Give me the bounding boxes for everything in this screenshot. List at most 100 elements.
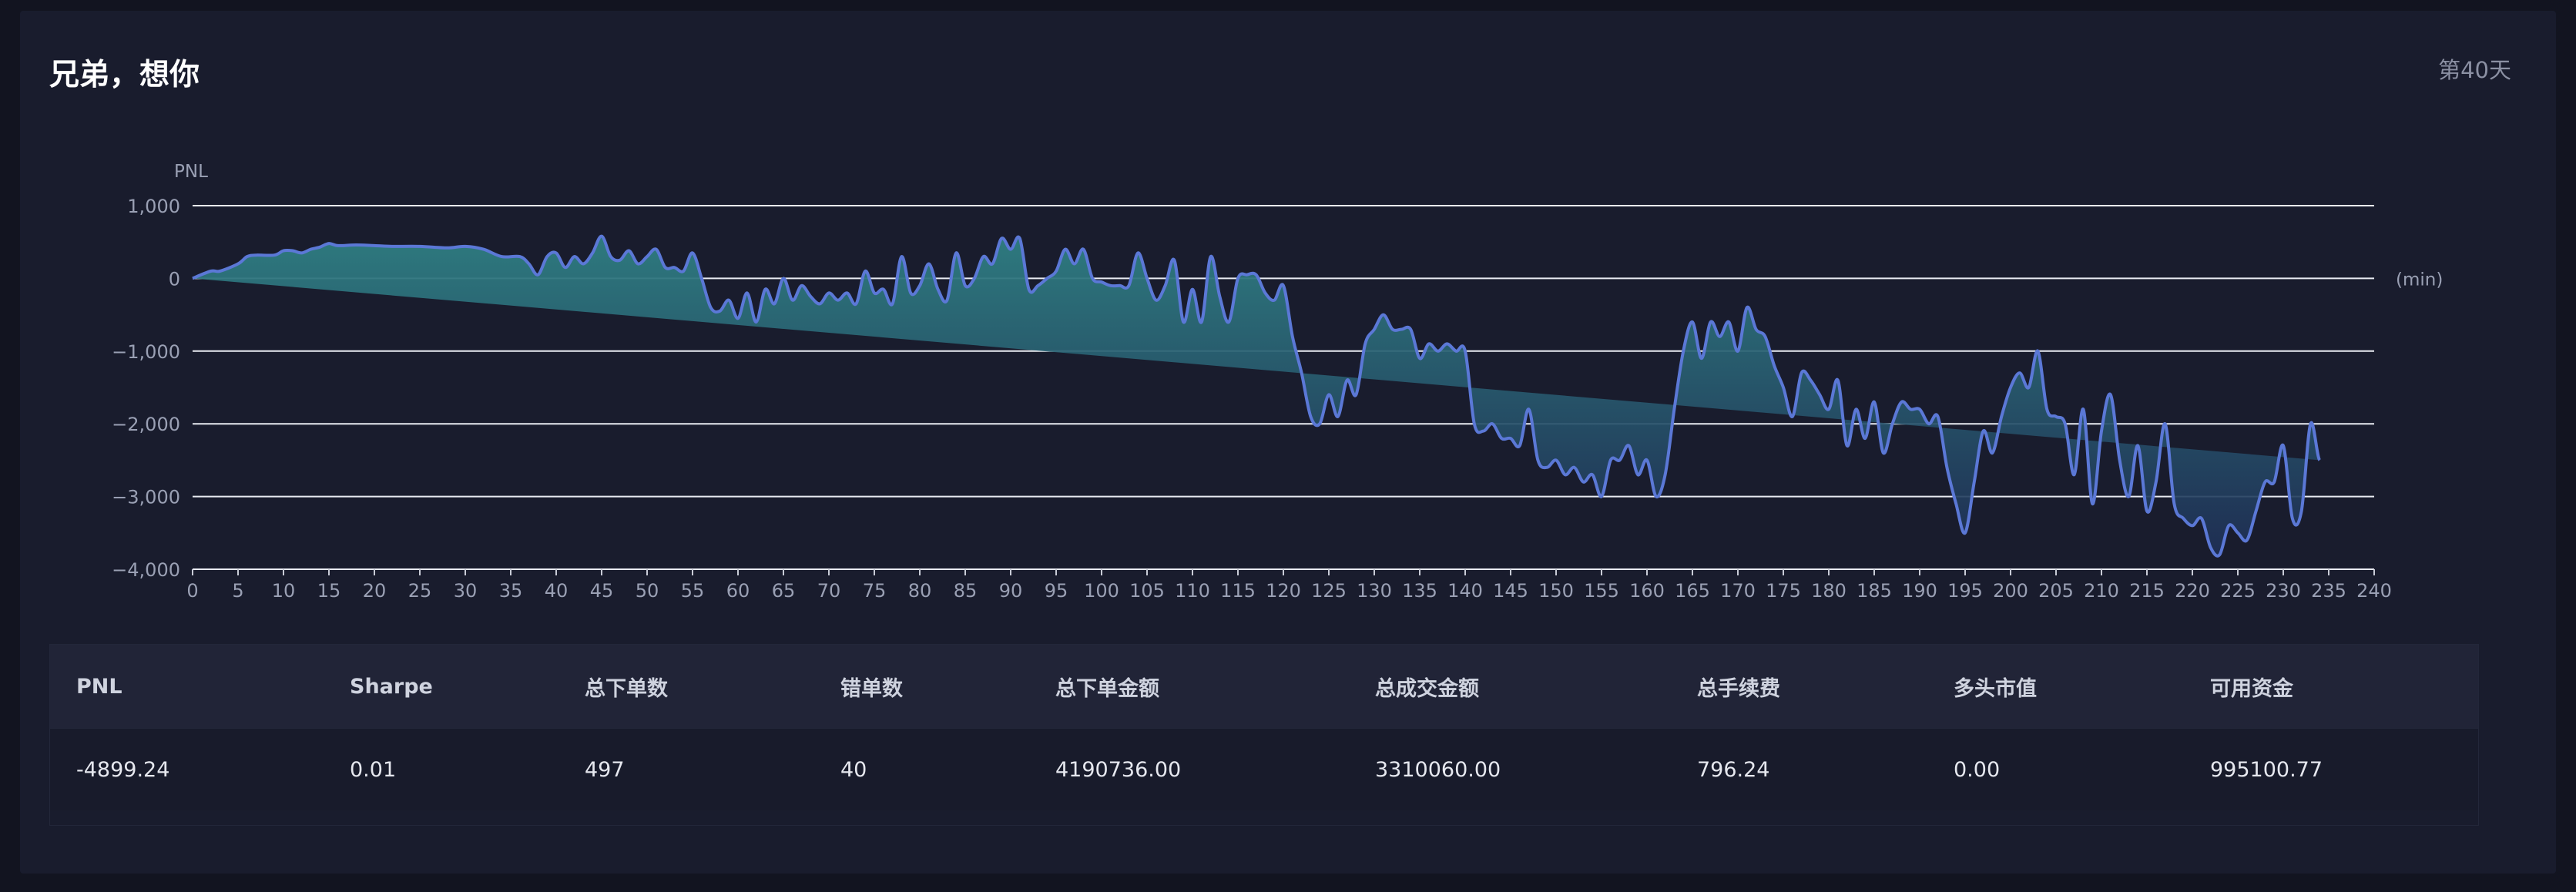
data-point [1255,273,1257,276]
data-point [2300,510,2303,512]
data-point [419,245,421,247]
stats-header-cell: PNL [76,674,122,699]
data-point [1900,401,1903,403]
data-point [1791,415,1793,417]
stats-value-cell: 995100.77 [2210,757,2323,782]
data-point [2055,415,2058,417]
data-point [1128,284,1130,287]
data-point [2283,444,2285,447]
stats-value-cell: 4190736.00 [1055,757,1182,782]
y-tick-label: −3,000 [112,487,180,508]
data-point [283,250,285,252]
data-point [700,277,703,280]
data-point [1337,415,1339,417]
data-point [1364,343,1367,345]
data-point [2336,0,2339,2]
data-point [2255,510,2257,512]
x-tick-label: 75 [863,580,887,602]
data-point [1092,277,1094,280]
data-point [1773,364,1776,367]
x-tick-label: 5 [232,580,243,602]
data-point [1291,335,1293,337]
data-point [927,263,930,265]
x-tick-label: 35 [499,580,523,602]
data-point [2101,430,2103,432]
data-point [1582,481,1585,483]
data-point [628,250,630,252]
data-point [1137,252,1139,254]
data-point [919,284,921,287]
data-point [1119,284,1121,287]
data-point [2319,459,2321,461]
data-point [828,292,830,294]
data-point [773,303,776,305]
data-point [2309,423,2312,425]
data-point [692,252,694,254]
stats-value-cell: 0.01 [350,757,397,782]
x-tick-label: 85 [954,580,978,602]
data-point [1609,459,1612,461]
data-point [482,248,485,250]
pnl-area [193,236,2320,556]
data-point [1319,423,1321,425]
data-point [1664,474,1666,476]
data-point [810,296,812,298]
data-point [791,299,793,301]
stats-value-cell: 3310060.00 [1375,757,1501,782]
x-tick-label: 230 [2266,580,2301,602]
data-point [1209,256,1212,258]
x-tick-label: 145 [1493,580,1528,602]
data-point [1746,307,1748,309]
x-tick-label: 20 [363,580,387,602]
data-point [465,245,467,247]
x-tick-label: 25 [408,580,432,602]
data-point [2246,539,2248,542]
x-tick-label: 90 [999,580,1023,602]
data-point [1082,248,1085,250]
x-tick-label: 60 [726,580,750,602]
data-point [619,259,621,261]
data-point [1546,466,1548,468]
data-point [1192,288,1194,290]
data-point [1655,495,1657,498]
data-point [1028,288,1030,290]
stats-value-cell: 497 [585,757,625,782]
data-point [1855,408,1857,411]
data-point [1391,328,1394,330]
data-point [1101,281,1103,283]
data-point [582,263,585,265]
data-point [555,252,558,254]
data-point [2346,0,2348,2]
data-point [719,310,721,312]
data-point [955,252,958,254]
stats-value-cell: 40 [840,757,867,782]
data-point [2028,387,2030,389]
stats-value-cell: 0.00 [1954,757,2001,782]
data-point [2173,503,2175,505]
x-tick-label: 15 [317,580,341,602]
data-point [255,254,257,257]
data-point [1146,277,1149,280]
data-point [1010,248,1012,250]
data-point [1037,284,1039,287]
data-point [2001,415,2003,417]
stats-header-cell: Sharpe [350,674,433,699]
x-tick-label: 170 [1720,580,1756,602]
data-point [1873,401,1876,403]
data-point [1001,237,1003,240]
data-point [1018,237,1021,240]
pnl-chart: 1,000 0 −1,000 −2,000 −3,000 −4,000 PNL (min) 0 5… [112,0,2443,602]
data-point [2064,423,2066,425]
data-point [2237,532,2239,534]
x-tick-label: 95 [1045,580,1068,602]
data-point [637,263,639,265]
data-point [655,248,657,250]
data-point [501,256,503,258]
data-point [910,292,912,294]
data-point [2082,408,2085,411]
data-point [1046,277,1048,280]
data-point [573,256,575,258]
data-point [946,299,948,301]
data-point [1073,263,1075,265]
data-point [210,270,212,273]
